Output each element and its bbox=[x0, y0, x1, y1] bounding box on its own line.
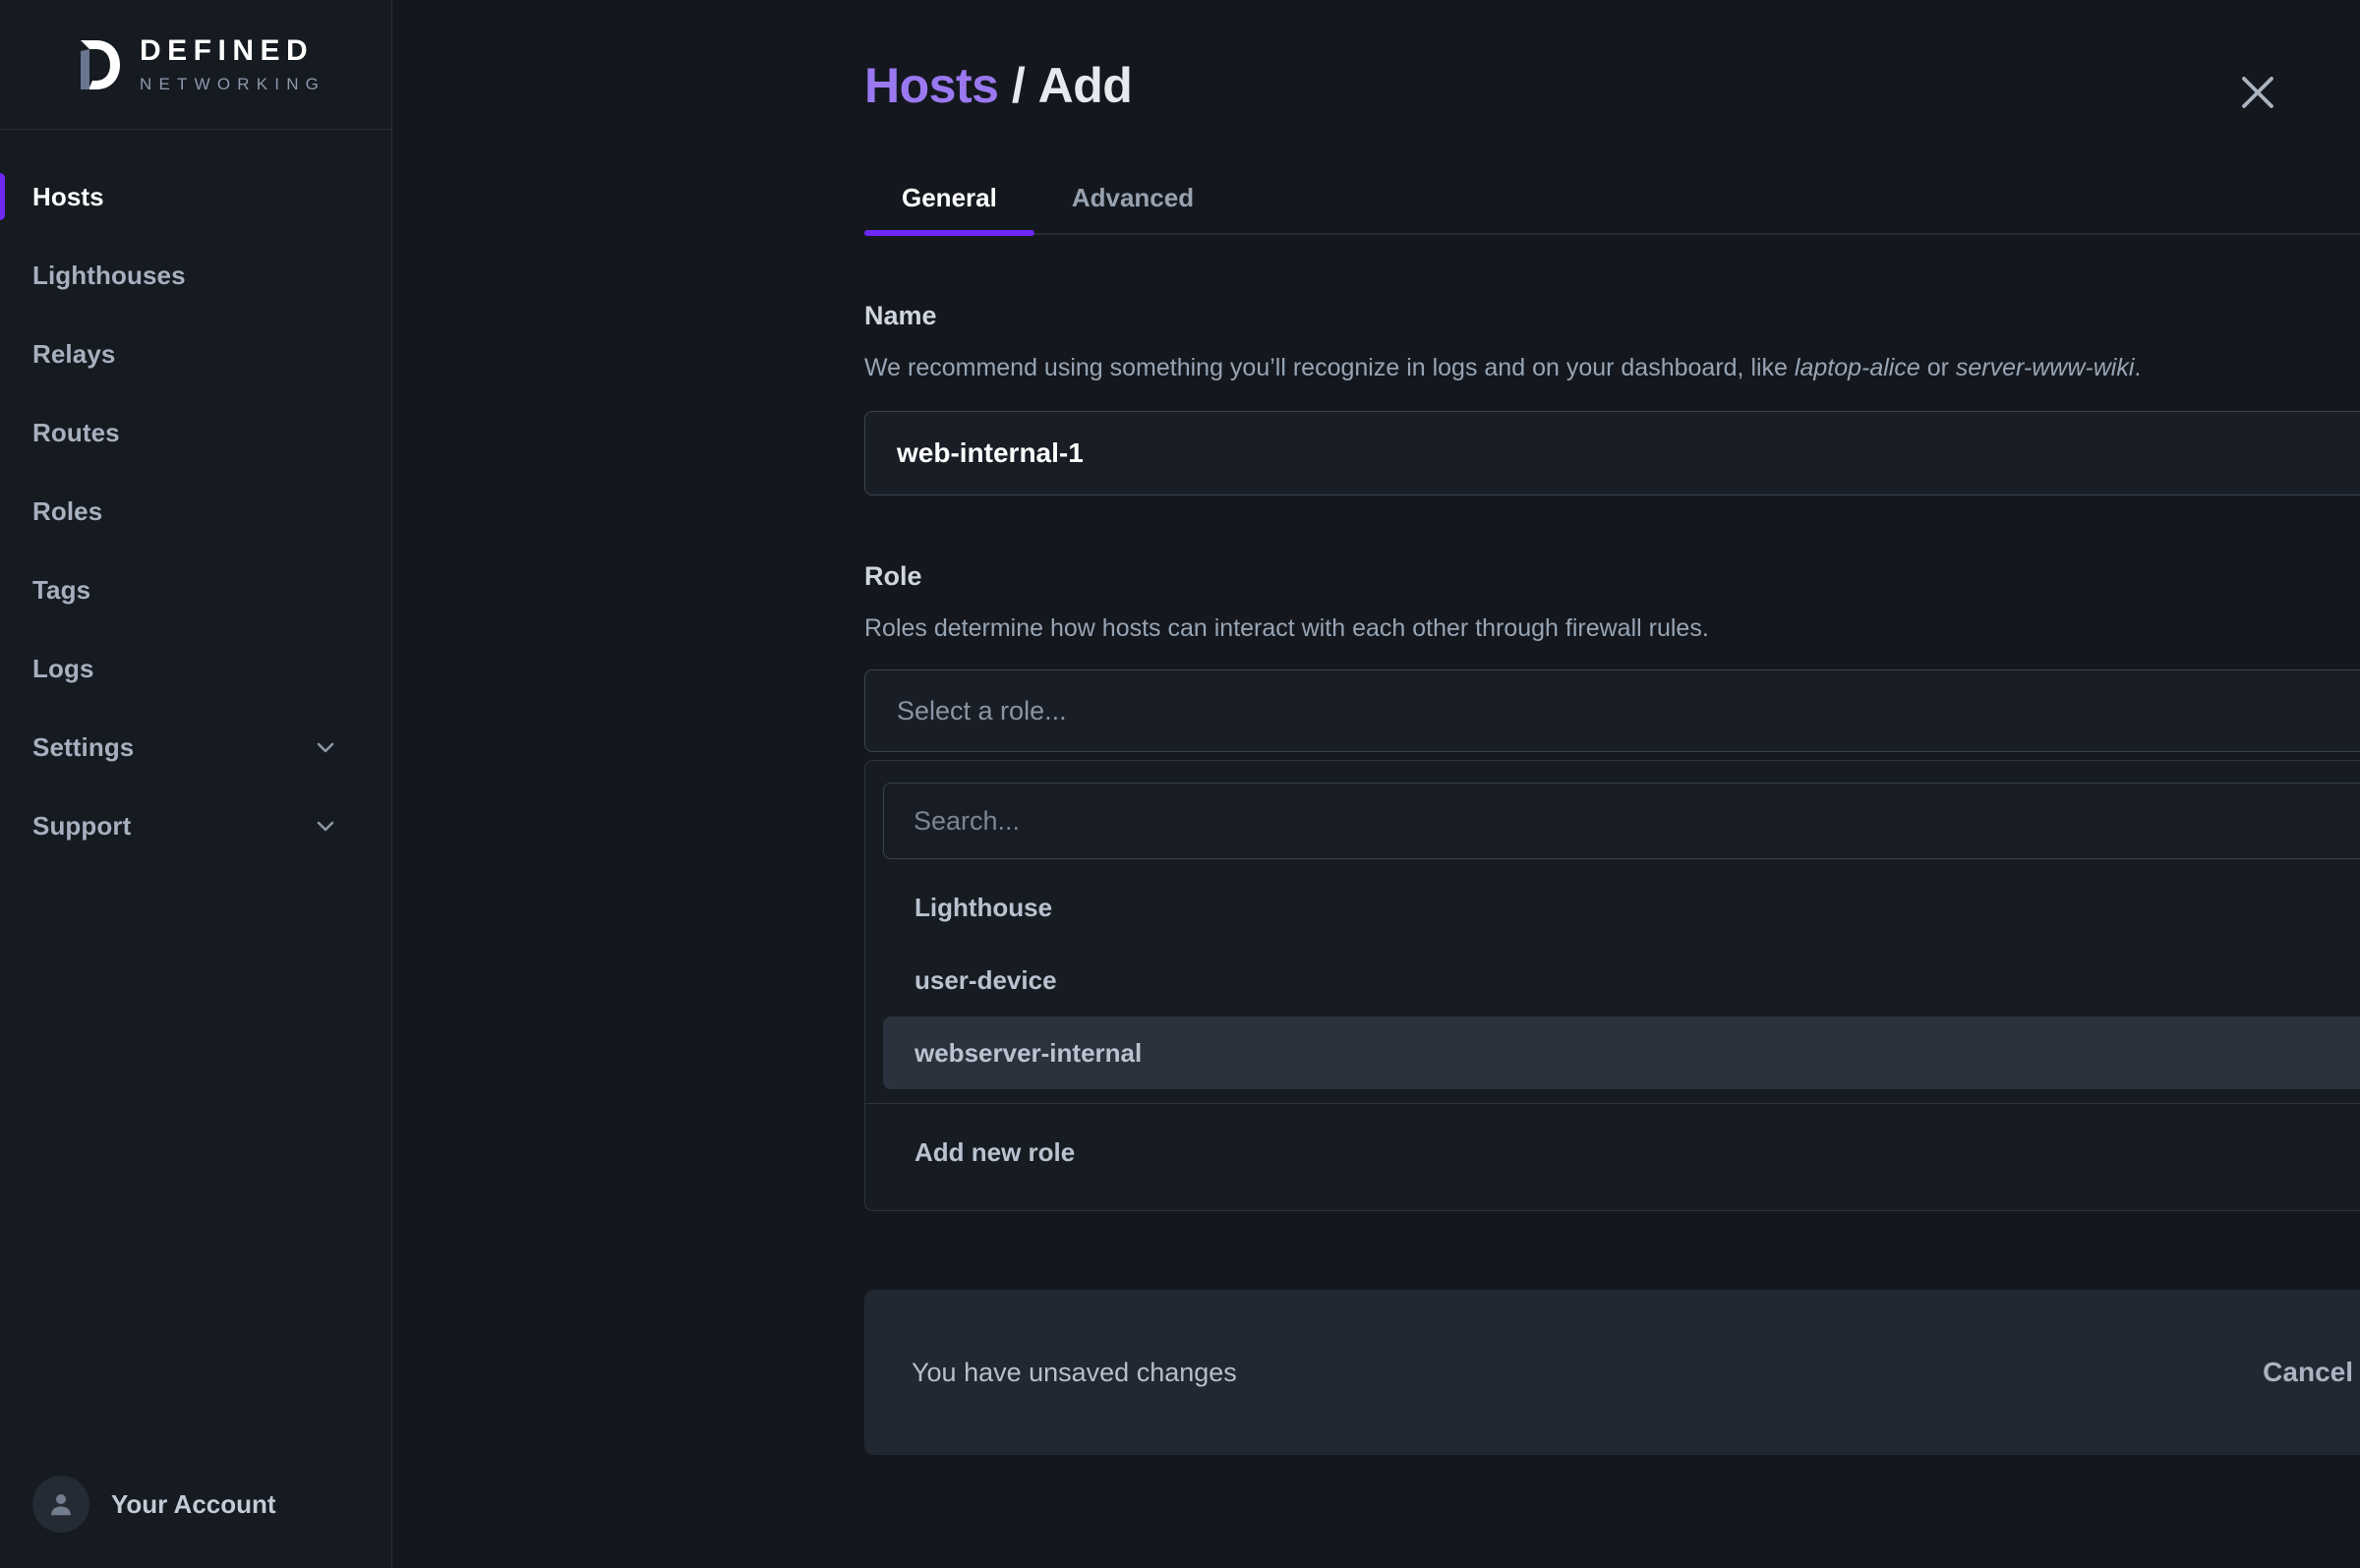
chevron-down-icon bbox=[314, 735, 337, 759]
name-field-help: We recommend using something you’ll reco… bbox=[864, 352, 2360, 384]
defined-networking-logo-icon bbox=[71, 37, 122, 92]
close-button[interactable] bbox=[2234, 69, 2281, 116]
main-content: Hosts / Add General Advanced Name We rec… bbox=[392, 0, 2360, 1568]
cancel-button[interactable]: Cancel bbox=[2263, 1357, 2353, 1388]
tab-label: Advanced bbox=[1072, 183, 1194, 212]
breadcrumb-root[interactable]: Hosts bbox=[864, 58, 998, 113]
avatar bbox=[32, 1476, 89, 1533]
name-input[interactable]: web-internal-1 bbox=[864, 411, 2360, 495]
role-option-user-device[interactable]: user-device bbox=[883, 944, 2360, 1016]
sidebar-item-label: Tags bbox=[32, 575, 90, 606]
add-new-role-label: Add new role bbox=[914, 1137, 1075, 1168]
role-search-placeholder: Search... bbox=[914, 806, 1020, 837]
app-root: DEFINED NETWORKING Hosts Lighthouses Rel… bbox=[0, 0, 2360, 1568]
chevron-down-icon bbox=[314, 814, 337, 838]
sidebar-item-tags[interactable]: Tags bbox=[0, 564, 391, 615]
unsaved-changes-bar: You have unsaved changes Cancel Save bbox=[864, 1290, 2360, 1455]
page-header: Hosts / Add bbox=[392, 0, 2360, 114]
tab-advanced[interactable]: Advanced bbox=[1034, 183, 1231, 233]
brand-wordmark: DEFINED NETWORKING bbox=[140, 36, 325, 92]
sidebar-item-settings[interactable]: Settings bbox=[0, 722, 391, 773]
sidebar-item-roles[interactable]: Roles bbox=[0, 486, 391, 537]
sidebar-item-label: Lighthouses bbox=[32, 261, 186, 291]
help-middle: or bbox=[1920, 354, 1956, 381]
sidebar-item-lighthouses[interactable]: Lighthouses bbox=[0, 250, 391, 301]
sidebar-item-relays[interactable]: Relays bbox=[0, 328, 391, 379]
name-field-label: Name bbox=[864, 301, 2360, 331]
name-input-value: web-internal-1 bbox=[897, 437, 1084, 469]
sidebar-item-label: Support bbox=[32, 811, 131, 842]
help-example-1: laptop-alice bbox=[1795, 354, 1920, 381]
add-new-role-button[interactable]: Add new role bbox=[883, 1116, 2360, 1189]
sidebar-nav: Hosts Lighthouses Relays Routes Roles Ta… bbox=[0, 130, 391, 1440]
tab-bar: General Advanced bbox=[864, 183, 2360, 235]
role-option-list: Lighthouse user-device webserver-interna… bbox=[865, 859, 2360, 1089]
role-option-label: webserver-internal bbox=[914, 1038, 1142, 1069]
sidebar-item-label: Settings bbox=[32, 732, 134, 763]
brand-logo[interactable]: DEFINED NETWORKING bbox=[0, 0, 391, 130]
brand-name-top: DEFINED bbox=[140, 36, 325, 66]
host-form: Name We recommend using something you’ll… bbox=[864, 301, 2360, 1211]
account-button[interactable]: Your Account bbox=[0, 1440, 391, 1568]
role-option-webserver-internal[interactable]: webserver-internal bbox=[883, 1016, 2360, 1089]
sidebar-item-label: Routes bbox=[32, 418, 120, 448]
breadcrumb: Hosts / Add bbox=[864, 57, 1132, 114]
role-select[interactable]: Select a role... bbox=[864, 669, 2360, 752]
help-prefix: We recommend using something you’ll reco… bbox=[864, 354, 1795, 381]
role-dropdown-panel: Search... Lighthouse user-device webserv… bbox=[864, 760, 2360, 1211]
role-field-help: Roles determine how hosts can interact w… bbox=[864, 612, 2360, 645]
sidebar-item-hosts[interactable]: Hosts bbox=[0, 171, 391, 222]
tab-general[interactable]: General bbox=[864, 183, 1034, 233]
help-example-2: server-www-wiki bbox=[1956, 354, 2134, 381]
sidebar-item-routes[interactable]: Routes bbox=[0, 407, 391, 458]
brand-name-bottom: NETWORKING bbox=[140, 76, 325, 92]
sidebar-item-label: Hosts bbox=[32, 182, 104, 212]
sidebar: DEFINED NETWORKING Hosts Lighthouses Rel… bbox=[0, 0, 392, 1568]
tab-label: General bbox=[902, 183, 997, 212]
unsaved-changes-message: You have unsaved changes bbox=[912, 1358, 2263, 1388]
role-field-label: Role bbox=[864, 561, 2360, 592]
dropdown-footer: Add new role bbox=[865, 1104, 2360, 1210]
breadcrumb-separator: / bbox=[998, 58, 1037, 113]
account-label: Your Account bbox=[111, 1489, 276, 1520]
sidebar-item-label: Logs bbox=[32, 654, 94, 684]
role-option-lighthouse[interactable]: Lighthouse bbox=[883, 871, 2360, 944]
help-suffix: . bbox=[2134, 354, 2141, 381]
sidebar-item-logs[interactable]: Logs bbox=[0, 643, 391, 694]
role-select-value: Select a role... bbox=[897, 696, 1067, 726]
sidebar-item-support[interactable]: Support bbox=[0, 800, 391, 851]
role-option-label: user-device bbox=[914, 965, 1057, 996]
role-option-label: Lighthouse bbox=[914, 893, 1052, 923]
role-search-input[interactable]: Search... bbox=[883, 783, 2360, 859]
sidebar-item-label: Roles bbox=[32, 496, 102, 527]
breadcrumb-leaf: Add bbox=[1038, 58, 1133, 113]
sidebar-item-label: Relays bbox=[32, 339, 115, 370]
